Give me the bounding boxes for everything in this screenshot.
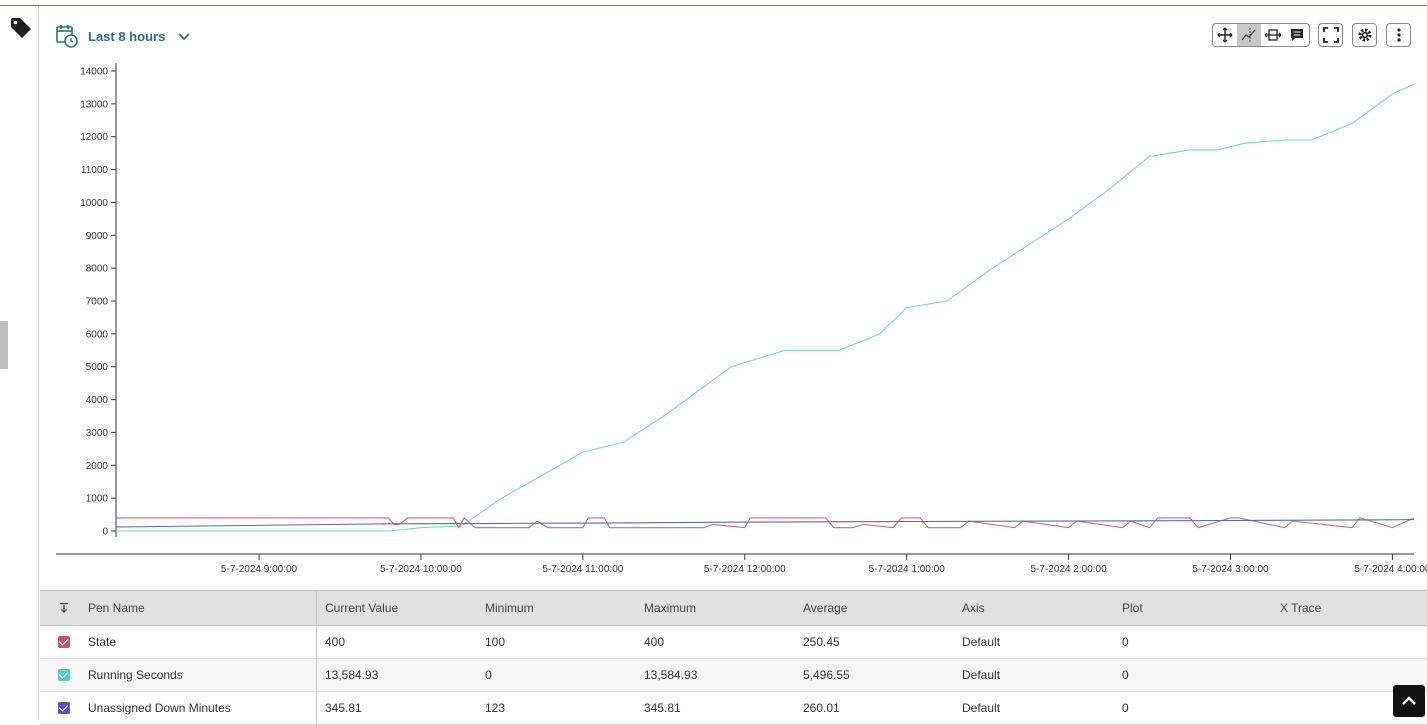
y-tick-label: 6000 — [86, 329, 109, 340]
y-tick-label: 13000 — [80, 99, 108, 110]
col-header-pen-name[interactable]: Pen Name — [88, 591, 317, 625]
tag-icon[interactable] — [9, 16, 33, 40]
more-vertical-icon — [1396, 28, 1401, 42]
pen-visibility-checkbox[interactable] — [58, 669, 70, 681]
chevron-down-icon — [178, 33, 190, 41]
pen-table-header: Pen Name Current Value Minimum Maximum A… — [40, 590, 1427, 626]
x-trace-icon — [1241, 28, 1256, 42]
time-range-selector[interactable]: Last 8 hours — [56, 24, 191, 48]
settings-button[interactable] — [1352, 23, 1377, 47]
plot-cell[interactable]: 0 — [1114, 635, 1272, 649]
chevron-up-icon — [1402, 696, 1416, 705]
pen-visibility-checkbox[interactable] — [58, 636, 70, 648]
axis-cell[interactable]: Default — [954, 701, 1114, 715]
minimum-cell: 123 — [485, 701, 506, 715]
x-tick-label: 5-7-2024 11:00:00 — [542, 564, 623, 575]
col-header-plot[interactable]: Plot — [1114, 601, 1272, 615]
col-header-current-value[interactable]: Current Value — [317, 601, 477, 615]
more-options-button[interactable] — [1386, 23, 1411, 47]
x-tick-label: 5-7-2024 3:00:00 — [1192, 564, 1269, 575]
average-cell: 250.45 — [803, 635, 840, 649]
scroll-to-top-button[interactable] — [1393, 685, 1425, 717]
plot-cell[interactable]: 0 — [1114, 701, 1272, 715]
annotation-button[interactable] — [1285, 24, 1309, 46]
left-sidebar — [0, 6, 39, 721]
gear-icon — [1358, 28, 1371, 42]
y-tick-label: 14000 — [80, 67, 108, 78]
pen-table: Pen Name Current Value Minimum Maximum A… — [40, 590, 1427, 725]
pan-icon — [1217, 27, 1233, 43]
series-line-running-seconds — [116, 83, 1415, 532]
sidebar-resize-handle[interactable] — [0, 321, 8, 369]
axis-cell[interactable]: Default — [954, 668, 1114, 682]
x-trace-button[interactable] — [1237, 24, 1261, 46]
current-value-cell: 400 — [325, 635, 346, 649]
pen-table-body: State 400 100 400 250.45 Default 0 Runni… — [40, 626, 1427, 725]
y-tick-label: 10000 — [80, 198, 108, 209]
y-tick-label: 9000 — [86, 231, 109, 242]
time-range-label: Last 8 hours — [88, 28, 166, 44]
average-cell: 260.01 — [803, 701, 840, 715]
series-line-unassigned-down-minutes — [115, 519, 1415, 528]
maximum-cell: 345.81 — [644, 701, 681, 715]
pen-name-cell: Running Seconds — [88, 659, 317, 691]
minimum-cell: 100 — [485, 635, 506, 649]
current-value-cell: 345.81 — [325, 701, 362, 715]
sort-column[interactable] — [40, 602, 88, 614]
average-cell: 5,496.55 — [803, 668, 850, 682]
y-tick-label: 11000 — [81, 165, 109, 176]
y-tick-label: 1000 — [86, 494, 109, 505]
axis-cell[interactable]: Default — [954, 635, 1114, 649]
table-row: Running Seconds 13,584.93 0 13,584.93 5,… — [40, 659, 1427, 692]
mode-button-group — [1212, 23, 1310, 47]
y-tick-label: 7000 — [86, 297, 109, 308]
x-tick-label: 5-7-2024 12:00:00 — [704, 564, 786, 575]
col-header-x-trace[interactable]: X Trace — [1272, 601, 1422, 615]
col-header-minimum[interactable]: Minimum — [477, 601, 636, 615]
x-tick-label: 5-7-2024 9:00:00 — [221, 564, 298, 575]
zoom-horizontal-icon — [1265, 29, 1281, 41]
maximum-cell: 400 — [644, 635, 665, 649]
col-header-maximum[interactable]: Maximum — [636, 601, 795, 615]
pen-name-cell: Unassigned Down Minutes — [88, 692, 317, 724]
sort-icon — [60, 602, 68, 613]
y-tick-label: 5000 — [86, 362, 109, 373]
trend-panel: Last 8 hours 0 1000 2000 3000 4000 5000 … — [40, 6, 1427, 725]
x-tick-label: 5-7-2024 1:00:00 — [869, 564, 946, 575]
minimum-cell: 0 — [485, 668, 492, 682]
chart-toolbar — [1212, 23, 1427, 47]
fullscreen-icon — [1322, 27, 1339, 43]
series-line-state — [116, 517, 1415, 529]
x-tick-label: 5-7-2024 4:00:00 — [1354, 564, 1427, 575]
pen-visibility-checkbox[interactable] — [58, 702, 70, 714]
fullscreen-button[interactable] — [1318, 23, 1343, 47]
trend-chart[interactable]: 0 1000 2000 3000 4000 5000 6000 7000 8000 9000 100… — [40, 56, 1427, 591]
y-tick-label: 12000 — [80, 132, 108, 143]
pen-name-cell: State — [88, 626, 317, 658]
x-tick-label: 5-7-2024 2:00:00 — [1031, 564, 1108, 575]
y-tick-label: 2000 — [86, 461, 109, 472]
y-tick-label: 0 — [102, 527, 108, 538]
zoom-horizontal-button[interactable] — [1261, 24, 1285, 46]
y-tick-label: 4000 — [86, 395, 109, 406]
table-row: Unassigned Down Minutes 345.81 123 345.8… — [40, 692, 1427, 725]
maximum-cell: 13,584.93 — [644, 668, 698, 682]
current-value-cell: 13,584.93 — [325, 668, 379, 682]
x-tick-label: 5-7-2024 10:00:00 — [380, 564, 462, 575]
col-header-axis[interactable]: Axis — [954, 601, 1114, 615]
calendar-clock-icon — [56, 25, 78, 48]
y-tick-label: 3000 — [86, 428, 109, 439]
table-row: State 400 100 400 250.45 Default 0 — [40, 626, 1427, 659]
y-tick-label: 8000 — [86, 264, 109, 275]
plot-cell[interactable]: 0 — [1114, 668, 1272, 682]
trend-chart-svg: 0 1000 2000 3000 4000 5000 6000 7000 8000 9000 100… — [56, 63, 1427, 575]
col-header-average[interactable]: Average — [795, 601, 954, 615]
annotation-icon — [1291, 29, 1303, 41]
pan-button[interactable] — [1213, 24, 1237, 46]
